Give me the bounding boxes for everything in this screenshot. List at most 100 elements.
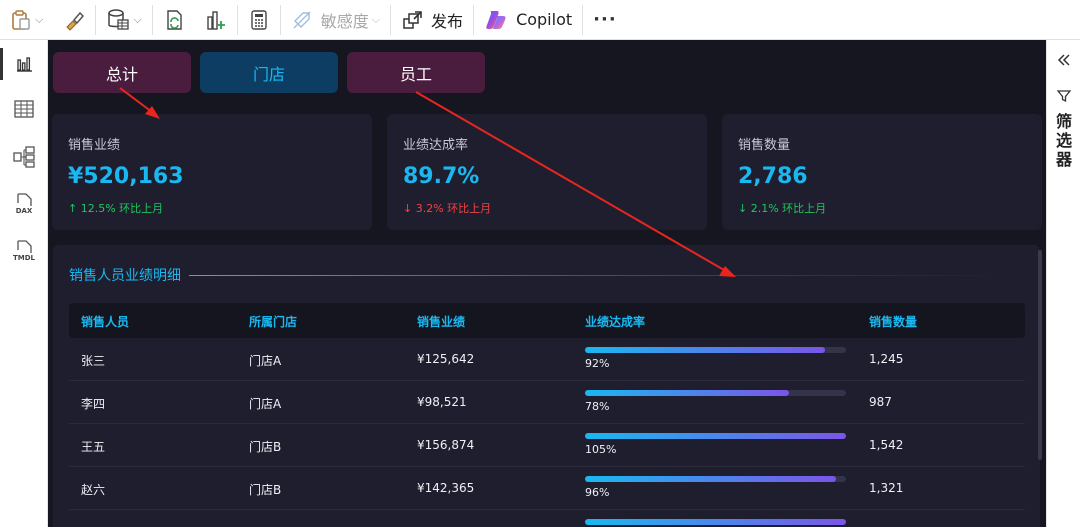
copilot-label: Copilot <box>516 10 573 29</box>
more-options-button[interactable]: ··· <box>583 0 627 40</box>
copilot-button[interactable]: Copilot <box>474 0 582 40</box>
refresh-button[interactable] <box>153 0 195 40</box>
cell-qty: 1,542 <box>869 438 904 452</box>
kpi-title: 销售业绩 <box>68 138 121 153</box>
kpi-card-quantity[interactable]: 销售数量 2,786 ↓ 2.1% 环比上月 <box>722 114 1042 230</box>
database-icon <box>108 8 129 30</box>
panel-title: 销售人员业绩明细 <box>69 268 181 284</box>
kpi-delta: ↑ 12.5% 环比上月 <box>68 202 164 215</box>
table-row-partial[interactable] <box>69 510 1025 527</box>
cell-name: 李四 <box>81 397 106 411</box>
achievement-bar <box>585 347 846 353</box>
kpi-card-sales[interactable]: 销售业绩 ¥520,163 ↑ 12.5% 环比上月 <box>52 114 372 230</box>
cell-sales: ¥98,521 <box>417 395 467 409</box>
achievement-bar-fill <box>585 519 846 525</box>
format-painter-button[interactable] <box>53 0 95 40</box>
achievement-bar <box>585 519 846 525</box>
sensitivity-label: 敏感度 <box>320 11 369 31</box>
copilot-icon <box>486 10 506 29</box>
cell-qty: 987 <box>869 395 892 409</box>
calculator-icon <box>250 9 267 30</box>
new-visual-button[interactable] <box>195 0 237 40</box>
achievement-bar <box>585 390 846 396</box>
dax-query-view-button[interactable]: DAX <box>0 184 48 224</box>
table-row[interactable]: 王五 门店B ¥156,874 105% 1,542 <box>69 424 1025 467</box>
get-data-button[interactable]: ⌵ <box>96 0 151 40</box>
cell-name: 赵六 <box>81 483 106 497</box>
report-view-button[interactable] <box>0 44 48 84</box>
achievement-bar-fill <box>585 476 836 482</box>
model-icon <box>13 146 35 168</box>
sensitivity-icon <box>293 11 311 28</box>
add-visual-icon <box>206 10 225 30</box>
cell-name: 王五 <box>81 440 106 454</box>
kpi-card-achievement[interactable]: 业绩达成率 89.7% ↓ 3.2% 环比上月 <box>387 114 707 230</box>
clipboard-icon <box>12 9 30 30</box>
column-header[interactable]: 销售数量 <box>869 313 917 330</box>
cell-rate: 96% <box>585 486 610 499</box>
report-canvas: 总计 门店 员工 销售业绩 ¥520,163 ↑ 12.5% 环比上月 业绩达成… <box>48 40 1046 527</box>
tab-staff[interactable]: 员工 <box>347 52 485 93</box>
kpi-value: 2,786 <box>738 164 808 189</box>
tmdl-icon: TMDL <box>13 240 36 262</box>
table-row[interactable]: 张三 门店A ¥125,642 92% 1,245 <box>69 338 1025 381</box>
dax-icon: DAX <box>16 193 33 215</box>
svg-text:DAX: DAX <box>16 207 33 215</box>
achievement-bar-fill <box>585 433 846 439</box>
table-header: 销售人员 所属门店 销售业绩 业绩达成率 销售数量 <box>69 303 1025 338</box>
table-grid-icon <box>14 100 34 118</box>
column-header[interactable]: 销售人员 <box>81 313 129 330</box>
expand-pane-button[interactable] <box>1056 52 1072 72</box>
cell-name: 张三 <box>81 354 106 368</box>
table-row[interactable]: 李四 门店A ¥98,521 78% 987 <box>69 381 1025 424</box>
cell-qty: 1,245 <box>869 352 904 366</box>
cell-store: 门店B <box>249 483 282 497</box>
paste-button[interactable]: ⌵ <box>0 0 53 40</box>
publish-label: 发布 <box>431 11 464 31</box>
kpi-value: 89.7% <box>403 164 480 189</box>
kpi-value: ¥520,163 <box>68 164 184 189</box>
tmdl-view-button[interactable]: TMDL <box>0 231 48 271</box>
brush-icon <box>66 11 85 31</box>
svg-text:TMDL: TMDL <box>13 254 36 262</box>
title-divider <box>189 275 1009 276</box>
cell-sales: ¥156,874 <box>417 438 475 452</box>
new-measure-button[interactable] <box>238 0 280 40</box>
model-view-button[interactable] <box>0 137 48 177</box>
cell-rate: 105% <box>585 443 617 456</box>
kpi-delta: ↓ 3.2% 环比上月 <box>403 202 492 215</box>
cell-store: 门店A <box>249 354 282 368</box>
funnel-icon <box>1056 88 1072 107</box>
table-view-button[interactable] <box>0 89 48 129</box>
cell-sales: ¥125,642 <box>417 352 475 366</box>
chevron-down-icon: ⌵ <box>133 12 142 26</box>
kpi-title: 销售数量 <box>738 138 791 153</box>
column-header[interactable]: 销售业绩 <box>417 313 465 330</box>
sensitivity-button[interactable]: 敏感度 ⌵ <box>281 0 390 40</box>
filters-pane-label[interactable]: 筛选器 <box>1055 112 1073 169</box>
tab-total[interactable]: 总计 <box>53 52 191 93</box>
cell-qty: 1,321 <box>869 481 904 495</box>
kpi-title: 业绩达成率 <box>403 138 469 153</box>
vertical-scrollbar[interactable] <box>1038 250 1042 460</box>
achievement-bar-fill <box>585 390 789 396</box>
publish-icon <box>403 10 422 29</box>
cell-rate: 78% <box>585 400 610 413</box>
sales-detail-table-visual[interactable]: 销售人员业绩明细 销售人员 所属门店 销售业绩 业绩达成率 销售数量 张三 门店… <box>53 245 1040 527</box>
cell-sales: ¥142,365 <box>417 481 475 495</box>
filters-pane-collapsed: 筛选器 <box>1046 40 1080 527</box>
refresh-icon <box>166 9 182 30</box>
chevron-double-left-icon <box>1057 54 1070 66</box>
table-row[interactable]: 赵六 门店B ¥142,365 96% 1,321 <box>69 467 1025 510</box>
column-header[interactable]: 所属门店 <box>249 313 297 330</box>
achievement-bar <box>585 476 846 482</box>
tab-store[interactable]: 门店 <box>200 52 338 93</box>
column-header[interactable]: 业绩达成率 <box>585 313 645 330</box>
publish-button[interactable]: 发布 <box>391 0 473 40</box>
cell-rate: 92% <box>585 357 610 370</box>
cell-store: 门店A <box>249 397 282 411</box>
kpi-delta: ↓ 2.1% 环比上月 <box>738 202 827 215</box>
view-switcher-rail: DAX TMDL <box>0 40 48 527</box>
achievement-bar-fill <box>585 347 826 353</box>
more-options-icon: ··· <box>593 9 617 30</box>
